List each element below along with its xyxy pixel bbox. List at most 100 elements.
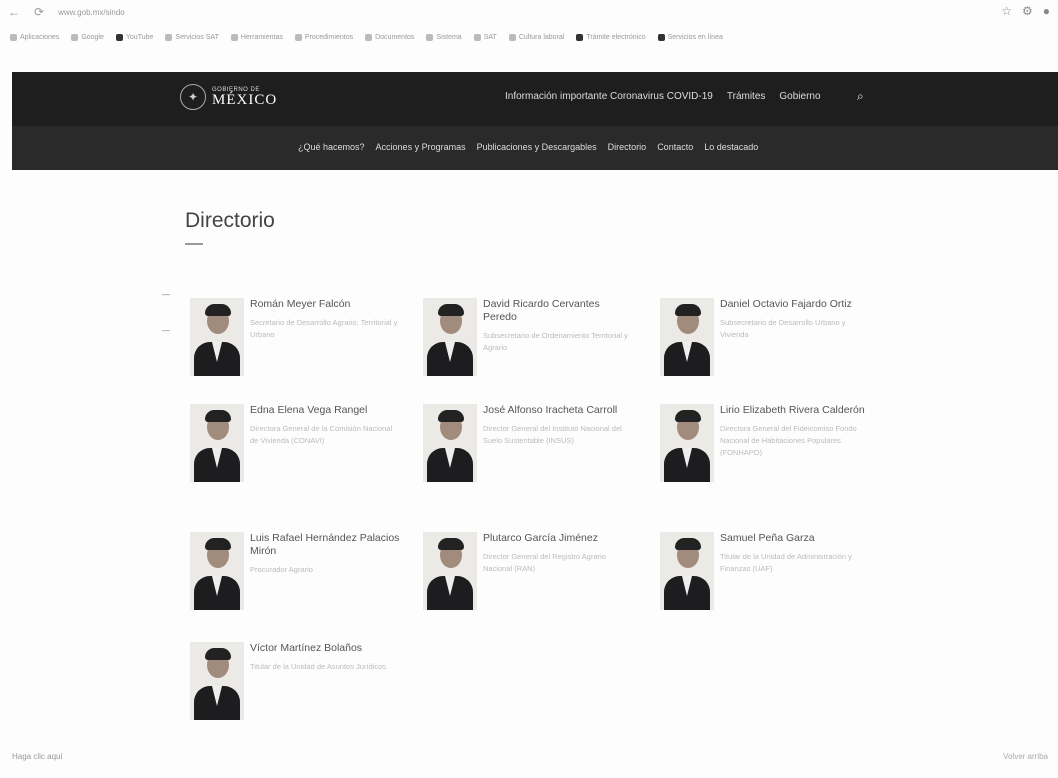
bookmark-item[interactable]: Sistema (426, 33, 462, 41)
bookmark-icon (473, 33, 481, 41)
subnav-publicaciones[interactable]: Publicaciones y Descargables (477, 142, 597, 152)
extension-icon[interactable]: ⚙ (1022, 4, 1033, 18)
share-icon[interactable]: — (162, 326, 170, 335)
bookmark-item[interactable]: Procedimientos (294, 33, 354, 41)
bookmarks-bar: Aplicaciones Google YouTube Servicios SAT He… (0, 24, 1058, 50)
person-name: Román Meyer Falcón (250, 298, 351, 310)
bookmark-icon (115, 33, 123, 41)
bookmark-item[interactable]: SAT (473, 33, 497, 41)
nav-covid[interactable]: Información importante Coronavirus COVID… (505, 91, 713, 102)
bookmark-icon (10, 33, 17, 41)
logo-big-text: MÉXICO (212, 91, 278, 108)
bookmark-label: Google (81, 33, 104, 41)
card-info: Lirio Elizabeth Rivera Calderón Directora… (720, 404, 870, 482)
portrait-photo (423, 298, 477, 376)
card-info: Samuel Peña Garza Titular de la Unidad de… (720, 532, 870, 610)
card-info: Víctor Martínez Bolaños Titular de la Uni… (250, 642, 386, 720)
page-title: Directorio (185, 209, 275, 232)
bookmark-item[interactable]: Servicios en línea (657, 33, 723, 41)
search-icon[interactable]: ⌕ (857, 89, 864, 104)
nav-gobierno[interactable]: Gobierno (779, 91, 820, 102)
portrait-photo (190, 642, 244, 720)
profile-icon[interactable]: ● (1043, 4, 1050, 18)
sub-nav: ¿Qué hacemos? Acciones y Programas Publi… (298, 142, 758, 152)
card-info: Plutarco García Jiménez Director General … (483, 532, 633, 610)
back-to-top-link[interactable]: Volver arriba (1003, 752, 1048, 761)
directory-card[interactable]: Román Meyer Falcón Secretario de Desarrol… (190, 298, 400, 376)
portrait-photo (190, 404, 244, 482)
directory-card[interactable]: Víctor Martínez Bolaños Titular de la Uni… (190, 642, 400, 720)
footer-link[interactable]: Haga clic aquí (12, 752, 63, 761)
directory-card[interactable]: José Alfonso Iracheta Carroll Director Ge… (423, 404, 633, 482)
bookmark-item[interactable]: Trámite electrónico (576, 33, 646, 41)
bookmark-label: Cultura laboral (518, 33, 565, 41)
directory-card[interactable]: David Ricardo Cervantes Peredo Subsecreta… (423, 298, 633, 376)
address-bar[interactable]: www.gob.mx/sindo (58, 8, 125, 17)
person-role: Subsecretario de Ordenamiento Territoria… (483, 331, 628, 353)
bookmark-item[interactable]: Servicios SAT (165, 33, 219, 41)
bookmark-label: Trámite electrónico (586, 33, 646, 41)
bookmark-icon (71, 33, 79, 41)
card-info: Edna Elena Vega Rangel Directora General … (250, 404, 400, 482)
bookmark-item[interactable]: Documentos (365, 33, 414, 41)
bookmark-icon (294, 33, 302, 41)
person-name: Daniel Octavio Fajardo Ortiz (720, 298, 852, 310)
card-info: Luis Rafael Hernández Palacios Mirón Proc… (250, 532, 400, 610)
bookmark-item[interactable]: Aplicaciones (10, 33, 59, 41)
person-role: Directora General de la Comisión Naciona… (250, 424, 393, 446)
bookmark-item[interactable]: Cultura laboral (508, 33, 565, 41)
bookmark-item[interactable]: Herramientas (230, 33, 283, 41)
seal-icon: ✦ (180, 84, 206, 110)
person-role: Titular de la Unidad de Administración y… (720, 552, 852, 574)
subnav-que-hacemos[interactable]: ¿Qué hacemos? (298, 142, 365, 152)
portrait-photo (660, 298, 714, 376)
card-info: Román Meyer Falcón Secretario de Desarrol… (250, 298, 400, 376)
directory-card[interactable]: Samuel Peña Garza Titular de la Unidad de… (660, 532, 870, 610)
directory-card[interactable]: Plutarco García Jiménez Director General … (423, 532, 633, 610)
subnav-acciones[interactable]: Acciones y Programas (376, 142, 466, 152)
card-info: José Alfonso Iracheta Carroll Director Ge… (483, 404, 633, 482)
portrait-photo (423, 532, 477, 610)
person-name: Víctor Martínez Bolaños (250, 642, 363, 654)
portrait-photo (423, 404, 477, 482)
subnav-contacto[interactable]: Contacto (657, 142, 693, 152)
directory-card[interactable]: Daniel Octavio Fajardo Ortiz Subsecretari… (660, 298, 870, 376)
bookmark-item[interactable]: YouTube (115, 33, 153, 41)
nav-tramites[interactable]: Trámites (727, 91, 766, 102)
person-role: Directora General del Fideicomiso Fondo … (720, 424, 857, 458)
browser-actions: ☆ ⚙ ● (1001, 4, 1050, 18)
gob-mx-logo[interactable]: ✦ GOBIERNO DE MÉXICO (180, 84, 277, 110)
bookmark-item[interactable]: Google (71, 33, 104, 41)
portrait-photo (190, 532, 244, 610)
card-info: David Ricardo Cervantes Peredo Subsecreta… (483, 298, 633, 376)
bookmark-label: Sistema (436, 33, 462, 41)
subnav-directorio[interactable]: Directorio (608, 142, 647, 152)
browser-nav: ← ⟳ (8, 5, 44, 19)
title-underline (185, 243, 203, 245)
card-info: Daniel Octavio Fajardo Ortiz Subsecretari… (720, 298, 870, 376)
portrait-photo (660, 404, 714, 482)
portrait-photo (660, 532, 714, 610)
bookmark-icon (230, 33, 238, 41)
star-icon[interactable]: ☆ (1001, 4, 1012, 18)
bookmark-label: Herramientas (240, 33, 283, 41)
person-role: Director General del Registro Agrario Na… (483, 552, 606, 574)
bookmark-label: Servicios SAT (175, 33, 219, 41)
reload-icon[interactable]: ⟳ (34, 5, 44, 19)
bookmark-icon (508, 33, 516, 41)
bookmark-icon (576, 33, 584, 41)
person-name: Lirio Elizabeth Rivera Calderón (720, 404, 865, 416)
directory-card[interactable]: Lirio Elizabeth Rivera Calderón Directora… (660, 404, 870, 482)
bookmark-icon (426, 33, 434, 41)
person-name: Edna Elena Vega Rangel (250, 404, 368, 416)
directory-card[interactable]: Luis Rafael Hernández Palacios Mirón Proc… (190, 532, 400, 610)
bookmark-label: Procedimientos (304, 33, 354, 41)
subnav-destacado[interactable]: Lo destacado (704, 142, 758, 152)
back-icon[interactable]: ← (8, 5, 20, 19)
person-name: Samuel Peña Garza (720, 532, 815, 544)
directory-card[interactable]: Edna Elena Vega Rangel Directora General … (190, 404, 400, 482)
person-role: Director General del Instituto Nacional … (483, 424, 622, 446)
person-role: Titular de la Unidad de Asuntos Jurídico… (250, 662, 387, 672)
bookmark-label: Servicios en línea (667, 33, 723, 41)
share-icon[interactable]: — (162, 290, 170, 299)
